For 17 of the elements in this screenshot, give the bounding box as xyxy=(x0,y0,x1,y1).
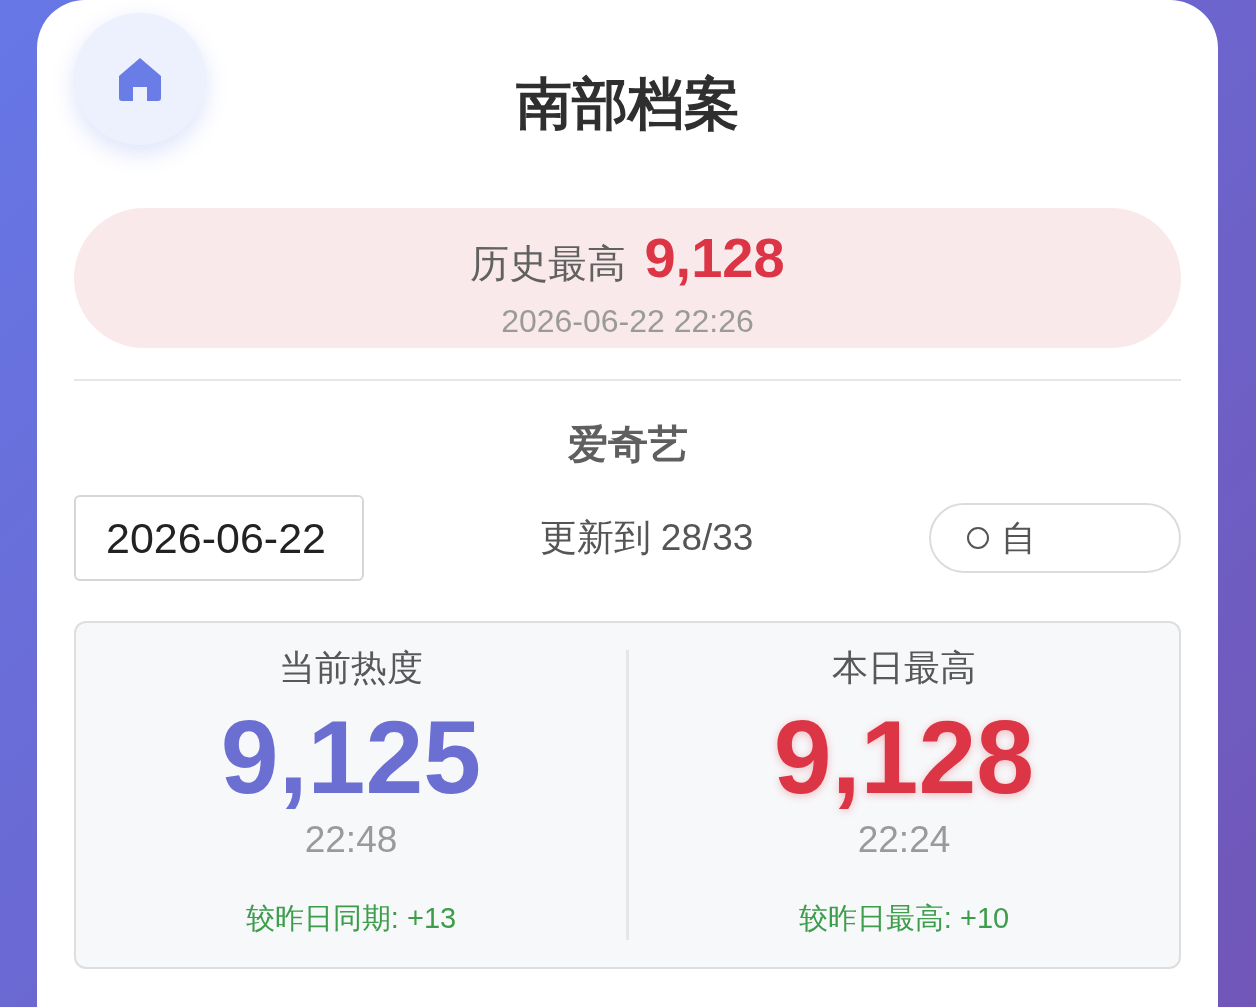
auto-toggle[interactable]: 自 xyxy=(929,503,1181,573)
page-title: 南部档案 xyxy=(514,71,741,137)
record-time: 2026-06-22 22:26 xyxy=(501,301,754,341)
platform-name: 爱奇艺 xyxy=(566,421,689,467)
update-count: 更新到 28/33 xyxy=(539,516,754,561)
stat-time: 22:24 xyxy=(857,818,951,863)
stat-time: 22:48 xyxy=(304,818,398,863)
date-field[interactable]: 2026-06-22 xyxy=(74,495,364,581)
record-label: 历史最高 xyxy=(470,240,627,287)
stat-value: 9,125 xyxy=(220,703,482,813)
stat-value: 9,128 xyxy=(773,703,1035,813)
stat-change: 较昨日同期: +13 xyxy=(245,900,457,936)
stat-label: 本日最高 xyxy=(832,646,976,690)
stat-label: 当前热度 xyxy=(279,646,423,690)
home-icon xyxy=(117,56,163,102)
stat-change: 较昨日最高: +10 xyxy=(798,900,1010,936)
record-value: 9,128 xyxy=(644,224,785,291)
